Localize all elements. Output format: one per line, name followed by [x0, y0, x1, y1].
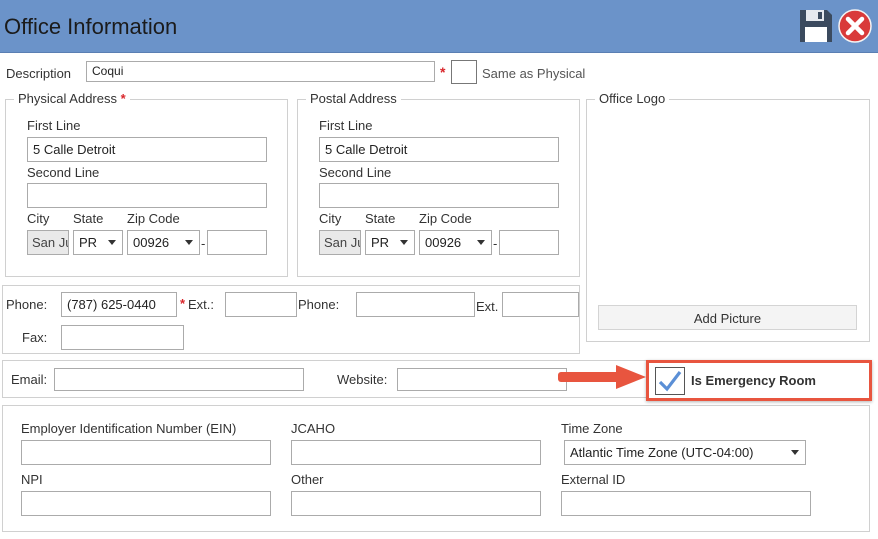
- chevron-down-icon: [477, 240, 485, 245]
- description-input[interactable]: Coqui: [86, 61, 435, 82]
- fax-input[interactable]: [61, 325, 184, 350]
- postal-zip-ext-input[interactable]: [499, 230, 559, 255]
- postal-second-line-input[interactable]: [319, 183, 559, 208]
- postal-second-line-label: Second Line: [319, 165, 392, 180]
- postal-first-line-input[interactable]: 5 Calle Detroit: [319, 137, 559, 162]
- postal-state-select[interactable]: PR: [365, 230, 415, 255]
- timezone-label: Time Zone: [561, 421, 623, 436]
- emergency-room-highlight: Is Emergency Room: [646, 360, 872, 401]
- chevron-down-icon: [400, 240, 408, 245]
- jcaho-input[interactable]: [291, 440, 541, 465]
- office-logo-legend: Office Logo: [595, 91, 670, 106]
- physical-address-legend: Physical Address *: [14, 91, 130, 106]
- fax-label: Fax:: [22, 330, 48, 345]
- add-picture-button[interactable]: Add Picture: [598, 305, 857, 330]
- postal-zip-separator: -: [493, 236, 498, 251]
- save-icon[interactable]: [798, 8, 834, 44]
- physical-second-line-input[interactable]: [27, 183, 267, 208]
- postal-zip-select[interactable]: 00926: [419, 230, 492, 255]
- physical-state-select[interactable]: PR: [73, 230, 123, 255]
- description-label: Description: [6, 66, 72, 81]
- chevron-down-icon: [791, 450, 799, 455]
- external-id-input[interactable]: [561, 491, 811, 516]
- ein-input[interactable]: [21, 440, 271, 465]
- jcaho-label: JCAHO: [291, 421, 336, 436]
- postal-state-label: State: [365, 211, 396, 226]
- same-as-physical-checkbox[interactable]: [451, 60, 477, 84]
- physical-zip-select[interactable]: 00926: [127, 230, 200, 255]
- postal-first-line-label: First Line: [319, 118, 373, 133]
- emergency-room-label: Is Emergency Room: [691, 373, 816, 388]
- email-input[interactable]: [54, 368, 304, 391]
- chevron-down-icon: [108, 240, 116, 245]
- physical-first-line-label: First Line: [27, 118, 81, 133]
- website-input[interactable]: [397, 368, 567, 391]
- phone2-input[interactable]: [356, 292, 475, 317]
- ext2-label: Ext.: [476, 299, 499, 314]
- checkmark-icon: [658, 371, 682, 392]
- emergency-room-checkbox[interactable]: [655, 367, 685, 395]
- chevron-down-icon: [185, 240, 193, 245]
- phone-input[interactable]: (787) 625-0440: [61, 292, 177, 317]
- other-label: Other: [291, 472, 324, 487]
- external-id-label: External ID: [561, 472, 626, 487]
- npi-label: NPI: [21, 472, 43, 487]
- ext-required-mark: *: [180, 296, 186, 311]
- postal-city-input[interactable]: San Ju: [319, 230, 361, 255]
- website-label: Website:: [337, 372, 388, 387]
- physical-city-label: City: [27, 211, 50, 226]
- timezone-value: Atlantic Time Zone (UTC-04:00): [570, 445, 754, 460]
- ein-label: Employer Identification Number (EIN): [21, 421, 237, 436]
- title-bar: Office Information: [0, 0, 878, 53]
- physical-zip-value: 00926: [133, 235, 170, 250]
- postal-city-label: City: [319, 211, 342, 226]
- physical-state-value: PR: [79, 235, 98, 250]
- close-icon[interactable]: [838, 9, 872, 43]
- ext2-input[interactable]: [502, 292, 579, 317]
- ext-input[interactable]: [225, 292, 297, 317]
- email-label: Email:: [11, 372, 48, 387]
- physical-zip-separator: -: [201, 236, 206, 251]
- physical-city-input[interactable]: San Ju: [27, 230, 69, 255]
- postal-zip-label: Zip Code: [419, 211, 472, 226]
- window-title: Office Information: [4, 14, 178, 39]
- physical-first-line-input[interactable]: 5 Calle Detroit: [27, 137, 267, 162]
- ext-label: Ext.:: [188, 297, 215, 312]
- add-picture-label: Add Picture: [693, 311, 762, 326]
- arrow-annotation-icon: [556, 364, 648, 390]
- timezone-select[interactable]: Atlantic Time Zone (UTC-04:00): [564, 440, 806, 465]
- phone2-label: Phone:: [298, 297, 340, 312]
- npi-input[interactable]: [21, 491, 271, 516]
- physical-state-label: State: [73, 211, 104, 226]
- postal-state-value: PR: [371, 235, 390, 250]
- phone-label: Phone:: [6, 297, 48, 312]
- same-as-physical-label: Same as Physical: [482, 66, 586, 81]
- description-required-mark: *: [440, 64, 446, 80]
- other-input[interactable]: [291, 491, 541, 516]
- physical-zip-label: Zip Code: [127, 211, 180, 226]
- physical-zip-ext-input[interactable]: [207, 230, 267, 255]
- postal-address-legend: Postal Address: [306, 91, 401, 106]
- physical-second-line-label: Second Line: [27, 165, 100, 180]
- postal-zip-value: 00926: [425, 235, 462, 250]
